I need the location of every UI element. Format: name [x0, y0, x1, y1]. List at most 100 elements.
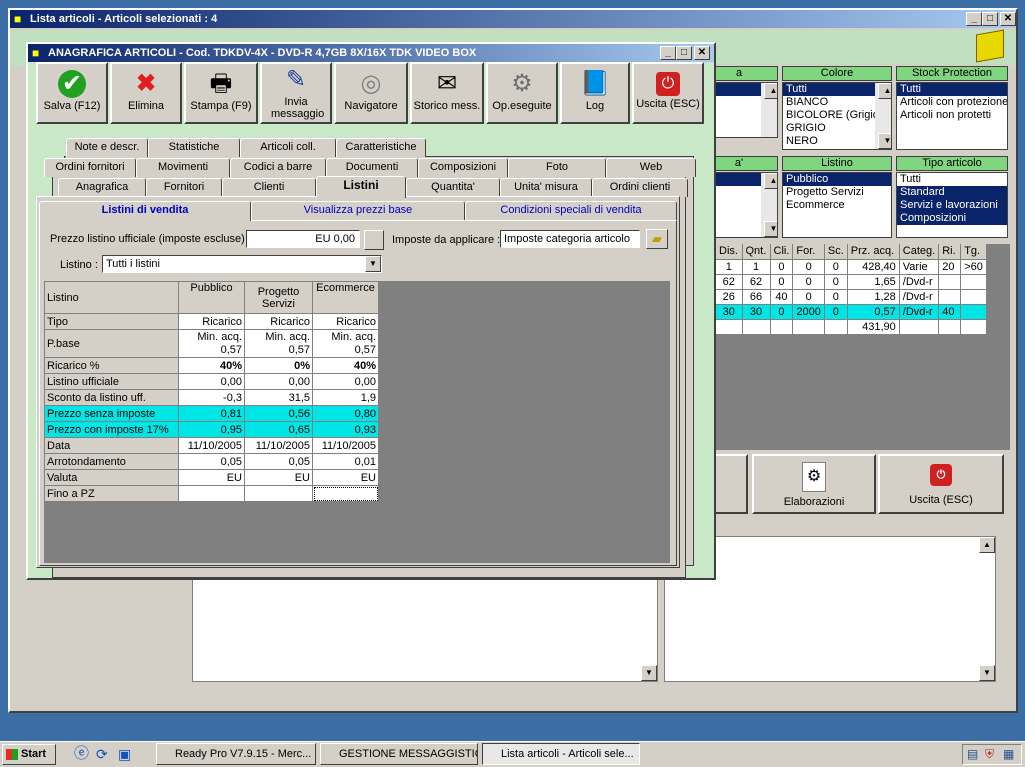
tab-codici-a-barre[interactable]: Codici a barre: [230, 158, 326, 177]
list-item[interactable]: Standard: [897, 186, 1007, 199]
op-eseguite-button[interactable]: ⚙ Op.eseguite: [486, 62, 558, 124]
tab-ordini-clienti[interactable]: Ordini clienti: [592, 178, 688, 197]
subtab-visualizza-prezzi-base[interactable]: Visualizza prezzi base: [251, 201, 465, 220]
list-item[interactable]: Tutti: [897, 83, 1007, 96]
tab-articoli-coll[interactable]: Articoli coll.: [240, 138, 336, 157]
folder-icon[interactable]: ▰: [646, 229, 668, 249]
table-row[interactable]: Fino a PZ: [44, 485, 379, 502]
list-item[interactable]: Composizioni: [897, 212, 1007, 225]
table-row-selected[interactable]: 30 30 0 2000 0 0,57/Dvd-r 40: [716, 304, 987, 320]
table-row[interactable]: Arrotondamento 0,05 0,05 0,01: [44, 453, 379, 470]
dialog-titlebar[interactable]: ANAGRAFICA ARTICOLI - Cod. TDKDV-4X - DV…: [28, 44, 714, 62]
salva-button[interactable]: ✔ Salva (F12): [36, 62, 108, 124]
scroll-up-button[interactable]: ▲: [878, 83, 891, 99]
list-item[interactable]: Tutti: [897, 173, 1007, 186]
table-row[interactable]: Ricarico % 40% 0% 40%: [44, 357, 379, 374]
table-header[interactable]: Pubblico: [178, 281, 245, 314]
table-row[interactable]: P.base Min. acq. 0,57 Min. acq. 0,57 Min. a…: [44, 329, 379, 358]
grid-header[interactable]: Prz. acq.: [847, 244, 900, 260]
tab-unita-misura[interactable]: Unita' misura: [500, 178, 592, 197]
uscita-button[interactable]: ⏻ Uscita (ESC): [632, 62, 704, 124]
quicklaunch-desktop-icon[interactable]: ▣: [118, 745, 134, 763]
tray-security-icon[interactable]: ⛨: [985, 747, 994, 762]
scroll-down-button[interactable]: ▼: [764, 221, 777, 237]
table-header[interactable]: Progetto Servizi: [244, 281, 313, 314]
grid-header[interactable]: Cli.: [770, 244, 794, 260]
list-item[interactable]: Pubblico: [783, 173, 891, 186]
grid-header[interactable]: Sc.: [824, 244, 848, 260]
scroll-up-button[interactable]: ▲: [979, 537, 995, 553]
taskbar-item-lista-articoli[interactable]: Lista articoli - Articoli sele...: [482, 743, 640, 765]
table-header[interactable]: Ecommerce: [312, 281, 379, 314]
table-header[interactable]: Listino: [44, 281, 179, 314]
prezzo-field[interactable]: EU 0,00: [246, 230, 360, 248]
tab-documenti[interactable]: Documenti: [326, 158, 418, 177]
table-row[interactable]: Listino ufficiale 0,00 0,00 0,00: [44, 373, 379, 390]
tab-caratteristiche[interactable]: Caratteristiche: [336, 138, 426, 157]
scroll-down-button[interactable]: ▼: [641, 665, 657, 681]
table-row[interactable]: Prezzo con imposte 17% 0,95 0,65 0,93: [44, 421, 379, 438]
subtab-condizioni-speciali[interactable]: Condizioni speciali di vendita: [465, 201, 677, 220]
grid-header[interactable]: Ri.: [938, 244, 962, 260]
scroll-down-button[interactable]: ▼: [979, 665, 995, 681]
tab-clienti[interactable]: Clienti: [222, 178, 316, 197]
taskbar-item-readypro[interactable]: Ready Pro V7.9.15 - Merc...: [156, 743, 316, 765]
tab-web[interactable]: Web: [606, 158, 696, 177]
invia-messaggio-button[interactable]: ✎ Invia messaggio: [260, 62, 332, 124]
tab-statistiche[interactable]: Statistiche: [148, 138, 240, 157]
table-row[interactable]: 1 1 0 0 0 428,40 Varie 20 >60: [716, 259, 987, 275]
dialog-close-button[interactable]: ✕: [694, 46, 710, 60]
elaborazioni-button[interactable]: ⚙ Elaborazioni: [752, 454, 876, 514]
scroll-down-button[interactable]: ▼: [878, 133, 891, 149]
grid-header[interactable]: For.: [792, 244, 825, 260]
uscita-button-main[interactable]: ⏻ Uscita (ESC): [878, 454, 1004, 514]
storico-mess-button[interactable]: ✉ Storico mess.: [410, 62, 484, 124]
table-row[interactable]: 62 62 0 0 0 1,65/Dvd-r: [716, 274, 987, 290]
tab-anagrafica[interactable]: Anagrafica: [58, 178, 146, 197]
panel-listino-list[interactable]: Pubblico Progetto Servizi Ecommerce: [782, 172, 892, 238]
scroll-up-button[interactable]: ▲: [764, 83, 777, 99]
table-row[interactable]: Prezzo senza imposte 0,81 0,56 0,80: [44, 405, 379, 422]
dialog-maximize-button[interactable]: □: [676, 46, 692, 60]
taskbar-item-messaggistica[interactable]: GESTIONE MESSAGGISTICA: [320, 743, 478, 765]
stampa-button[interactable]: 🖶 Stampa (F9): [184, 62, 258, 124]
grid-header[interactable]: Qnt.: [742, 244, 771, 260]
quicklaunch-ie-icon[interactable]: ⓔ: [74, 745, 90, 763]
main-window-titlebar[interactable]: Lista articoli - Articoli selezionati : …: [10, 10, 1016, 28]
minimize-button[interactable]: _: [966, 12, 982, 26]
tab-quantita[interactable]: Quantita': [406, 178, 500, 197]
tab-foto[interactable]: Foto: [508, 158, 606, 177]
subtab-listini-di-vendita[interactable]: Listini di vendita: [39, 201, 251, 221]
tab-fornitori[interactable]: Fornitori: [146, 178, 222, 197]
list-item[interactable]: Articoli con protezione: [897, 96, 1007, 109]
panel-colore-list[interactable]: Tutti BIANCO BICOLORE (Grigio/ GRIGIO NE…: [782, 82, 892, 150]
tray-monitor-icon[interactable]: ▦: [1003, 747, 1014, 761]
grid-header[interactable]: Dis.: [716, 244, 743, 260]
dialog-minimize-button[interactable]: _: [660, 46, 676, 60]
table-row[interactable]: Data 11/10/2005 11/10/2005 11/10/2005: [44, 437, 379, 454]
prezzo-edit-button[interactable]: [364, 230, 384, 250]
scroll-up-button[interactable]: ▲: [764, 173, 777, 189]
log-button[interactable]: 📘 Log: [560, 62, 630, 124]
tab-ordini-fornitori[interactable]: Ordini fornitori: [44, 158, 136, 177]
tray-network-icon[interactable]: ▤: [967, 747, 978, 761]
listino-select[interactable]: Tutti i listini ▼: [102, 255, 382, 273]
tab-composizioni[interactable]: Composizioni: [418, 158, 508, 177]
navigatore-button[interactable]: ◎ Navigatore: [334, 62, 408, 124]
quicklaunch-outlook-icon[interactable]: ⟳: [96, 745, 112, 763]
maximize-button[interactable]: □: [982, 12, 998, 26]
list-item[interactable]: Progetto Servizi: [783, 186, 891, 199]
list-item[interactable]: Articoli non protetti: [897, 109, 1007, 122]
list-item[interactable]: Ecommerce: [783, 199, 891, 212]
start-button[interactable]: Start: [2, 744, 56, 765]
table-row[interactable]: Tipo Ricarico Ricarico Ricarico: [44, 313, 379, 330]
tab-note-e-descr[interactable]: Note e descr.: [66, 138, 148, 157]
grid-header[interactable]: Tg.: [960, 244, 987, 260]
table-row[interactable]: Valuta EU EU EU: [44, 469, 379, 486]
panel-tipo-list[interactable]: Tutti Standard Servizi e lavorazioni Com…: [896, 172, 1008, 238]
elimina-button[interactable]: ✖ Elimina: [110, 62, 182, 124]
grid-header[interactable]: Categ.: [899, 244, 940, 260]
partial-button[interactable]: [714, 454, 748, 514]
table-row[interactable]: 26 66 40 0 0 1,28/Dvd-r: [716, 289, 987, 305]
articles-grid[interactable]: Dis. Qnt. Cli. For. Sc. Prz. acq. Categ.…: [716, 244, 987, 335]
